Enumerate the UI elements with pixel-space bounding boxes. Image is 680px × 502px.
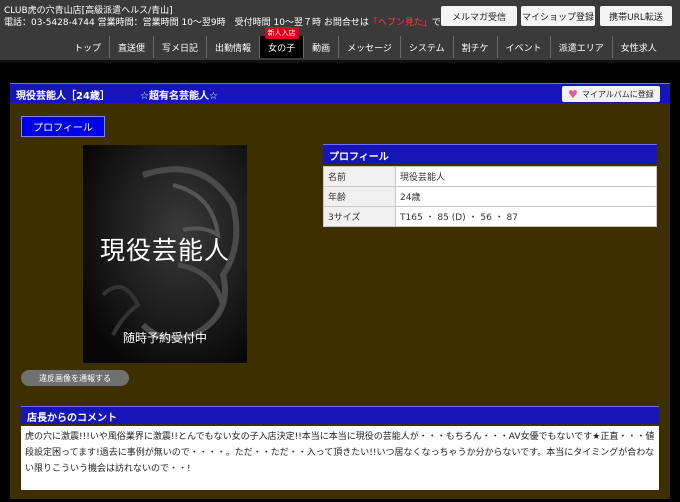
nav-message[interactable]: メッセージ (338, 36, 400, 58)
table-row: 年齢 24歳 (323, 186, 657, 207)
contact-text: 電話：03-5428-4744 営業時間：営業時間 10～翌9時 受付時間 10… (4, 18, 369, 28)
header-divider (0, 60, 680, 63)
photo-caption-title: 現役芸能人 (99, 236, 230, 265)
add-to-album-label: マイアルバムに登録 (581, 89, 654, 99)
nav-video[interactable]: 動画 (303, 36, 338, 58)
profile-panel: 現役芸能人［24歳］ ☆超有名芸能人☆ ♥ マイアルバムに登録 プロフィール 現… (10, 83, 670, 499)
nav-area[interactable]: 派遣エリア (549, 36, 612, 58)
measurements-value: T165 ・ 85 (D) ・ 56 ・ 87 (395, 206, 657, 227)
girl-tagline: ☆超有名芸能人☆ (140, 91, 218, 102)
heart-icon: ♥ (568, 87, 578, 101)
profile-info-table: 名前 現役芸能人 年齢 24歳 3サイズ T165 ・ 85 (D) ・ 56 … (323, 166, 657, 227)
name-label: 名前 (323, 166, 396, 187)
name-value: 現役芸能人 (395, 166, 657, 187)
nav-system[interactable]: システム (399, 36, 453, 58)
nav-discount[interactable]: 割チケ (452, 36, 497, 58)
mobile-url-button[interactable]: 携帯URL転送 (600, 6, 672, 26)
nav-top[interactable]: トップ (66, 36, 109, 58)
nav-photo-diary[interactable]: 写メ日記 (153, 36, 206, 58)
add-to-album-button[interactable]: ♥ マイアルバムに登録 (562, 86, 660, 102)
contact-highlight: 「ヘブン見た」 (368, 18, 432, 28)
table-row: 3サイズ T165 ・ 85 (D) ・ 56 ・ 87 (323, 206, 657, 227)
manager-comment-text: 虎の穴に激震!!!いや風俗業界に激震!!とんでもない女の子入店決定!!本当に本当… (21, 426, 659, 490)
nav-direct[interactable]: 直送便 (109, 36, 153, 58)
photo-caption-subtitle: 随時予約受付中 (122, 331, 207, 345)
nav-event[interactable]: イベント (496, 36, 550, 58)
manager-comment-title: 店長からのコメント (21, 406, 659, 424)
nav-girls-label: 女の子 (268, 43, 296, 54)
main-nav: トップ 直送便 写メ日記 出勤情報 新人入店 女の子 動画 メッセージ システム… (66, 27, 665, 58)
age-label: 年齢 (323, 186, 396, 207)
profile-info-title: プロフィール (323, 144, 657, 164)
nav-schedule[interactable]: 出勤情報 (206, 36, 259, 58)
new-arrival-badge: 新人入店 (264, 27, 299, 39)
profile-photo[interactable]: 現役芸能人 随時予約受付中 (83, 145, 247, 363)
measurements-label: 3サイズ (323, 206, 396, 227)
myshop-register-button[interactable]: マイショップ登録 (521, 6, 595, 26)
nav-girls[interactable]: 新人入店 女の子 (259, 27, 304, 58)
nav-recruit[interactable]: 女性求人 (611, 36, 665, 58)
profile-title-bar: 現役芸能人［24歳］ ☆超有名芸能人☆ ♥ マイアルバムに登録 (10, 83, 670, 103)
tab-profile[interactable]: プロフィール (21, 116, 105, 137)
site-header: CLUB虎の穴青山店[高級派遣ヘルス/青山] 電話：03-5428-4744 営… (0, 0, 680, 60)
contact-info: 電話：03-5428-4744 営業時間：営業時間 10～翌9時 受付時間 10… (4, 15, 450, 28)
age-value: 24歳 (395, 186, 657, 207)
table-row: 名前 現役芸能人 (323, 166, 657, 187)
mail-magazine-button[interactable]: メルマガ受信 (441, 6, 517, 26)
girl-name-age: 現役芸能人［24歳］ (16, 91, 110, 102)
report-image-button[interactable]: 違反画像を通報する (21, 370, 129, 386)
